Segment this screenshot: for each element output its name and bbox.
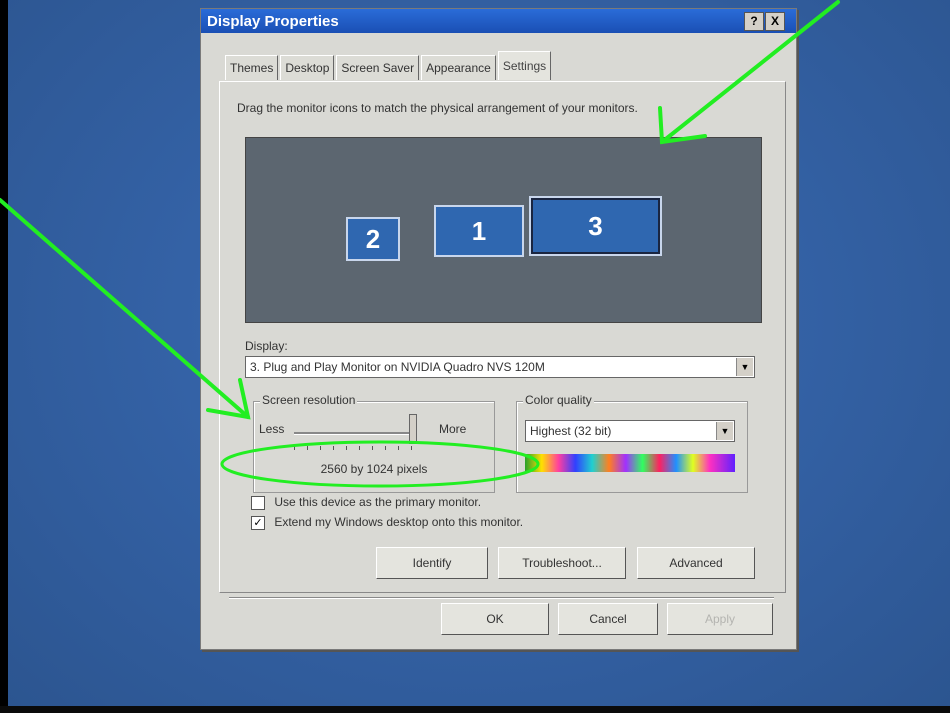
chevron-down-icon[interactable]: ▼ <box>736 358 753 376</box>
screen-resolution-group: Screen resolution Less More 2560 by 1024… <box>253 393 495 493</box>
extend-desktop-checkbox[interactable]: ✓ <box>251 515 265 530</box>
color-quality-title: Color quality <box>523 393 594 407</box>
resolution-slider-track[interactable] <box>294 432 414 435</box>
resolution-slider-thumb[interactable] <box>409 414 417 444</box>
resolution-more-label: More <box>439 422 467 436</box>
identify-button[interactable]: Identify <box>376 547 488 579</box>
bottom-edge <box>0 706 950 713</box>
monitor-arrangement-area[interactable]: 2 1 3 <box>245 137 762 323</box>
ok-button[interactable]: OK <box>441 603 549 635</box>
close-button[interactable]: X <box>765 12 785 31</box>
tab-settings[interactable]: Settings <box>497 51 552 80</box>
resolution-value: 2560 by 1024 pixels <box>320 462 428 476</box>
cancel-button[interactable]: Cancel <box>558 603 658 635</box>
display-properties-dialog: Display Properties ? X Themes Desktop Sc… <box>200 8 797 650</box>
window-title: Display Properties <box>207 13 339 30</box>
monitor-icon-2[interactable]: 2 <box>346 217 400 261</box>
monitor-icon-1[interactable]: 1 <box>434 205 524 257</box>
primary-monitor-checkbox-row[interactable]: Use this device as the primary monitor. <box>251 495 481 510</box>
tab-strip: Themes Desktop Screen Saver Appearance S… <box>225 51 553 81</box>
title-bar[interactable]: Display Properties ? X <box>201 9 796 33</box>
tab-appearance[interactable]: Appearance <box>421 55 496 80</box>
arrangement-instruction: Drag the monitor icons to match the phys… <box>237 101 638 115</box>
color-quality-group: Color quality Highest (32 bit) ▼ <box>516 393 748 493</box>
tab-themes[interactable]: Themes <box>225 55 279 80</box>
screen-resolution-title: Screen resolution <box>260 393 358 407</box>
display-label: Display: <box>245 339 288 353</box>
display-select[interactable]: 3. Plug and Play Monitor on NVIDIA Quadr… <box>245 356 755 378</box>
display-select-value: 3. Plug and Play Monitor on NVIDIA Quadr… <box>250 360 545 374</box>
monitor-icon-3[interactable]: 3 <box>529 196 662 256</box>
extend-desktop-checkbox-row[interactable]: ✓ Extend my Windows desktop onto this mo… <box>251 515 523 530</box>
resolution-less-label: Less <box>259 422 285 436</box>
tab-desktop[interactable]: Desktop <box>280 55 335 80</box>
apply-button[interactable]: Apply <box>667 603 773 635</box>
troubleshoot-button[interactable]: Troubleshoot... <box>498 547 626 579</box>
footer-separator <box>229 597 774 599</box>
color-preview-bar <box>525 454 735 472</box>
resolution-slider-ticks <box>294 446 414 450</box>
tab-screen-saver[interactable]: Screen Saver <box>336 55 420 80</box>
color-quality-value: Highest (32 bit) <box>530 424 612 438</box>
extend-desktop-label: Extend my Windows desktop onto this moni… <box>274 515 524 529</box>
chevron-down-icon[interactable]: ▼ <box>716 422 733 440</box>
help-button[interactable]: ? <box>744 12 764 31</box>
primary-monitor-checkbox[interactable] <box>251 495 265 510</box>
primary-monitor-label: Use this device as the primary monitor. <box>274 495 482 509</box>
color-quality-select[interactable]: Highest (32 bit) ▼ <box>525 420 735 442</box>
advanced-button[interactable]: Advanced <box>637 547 755 579</box>
